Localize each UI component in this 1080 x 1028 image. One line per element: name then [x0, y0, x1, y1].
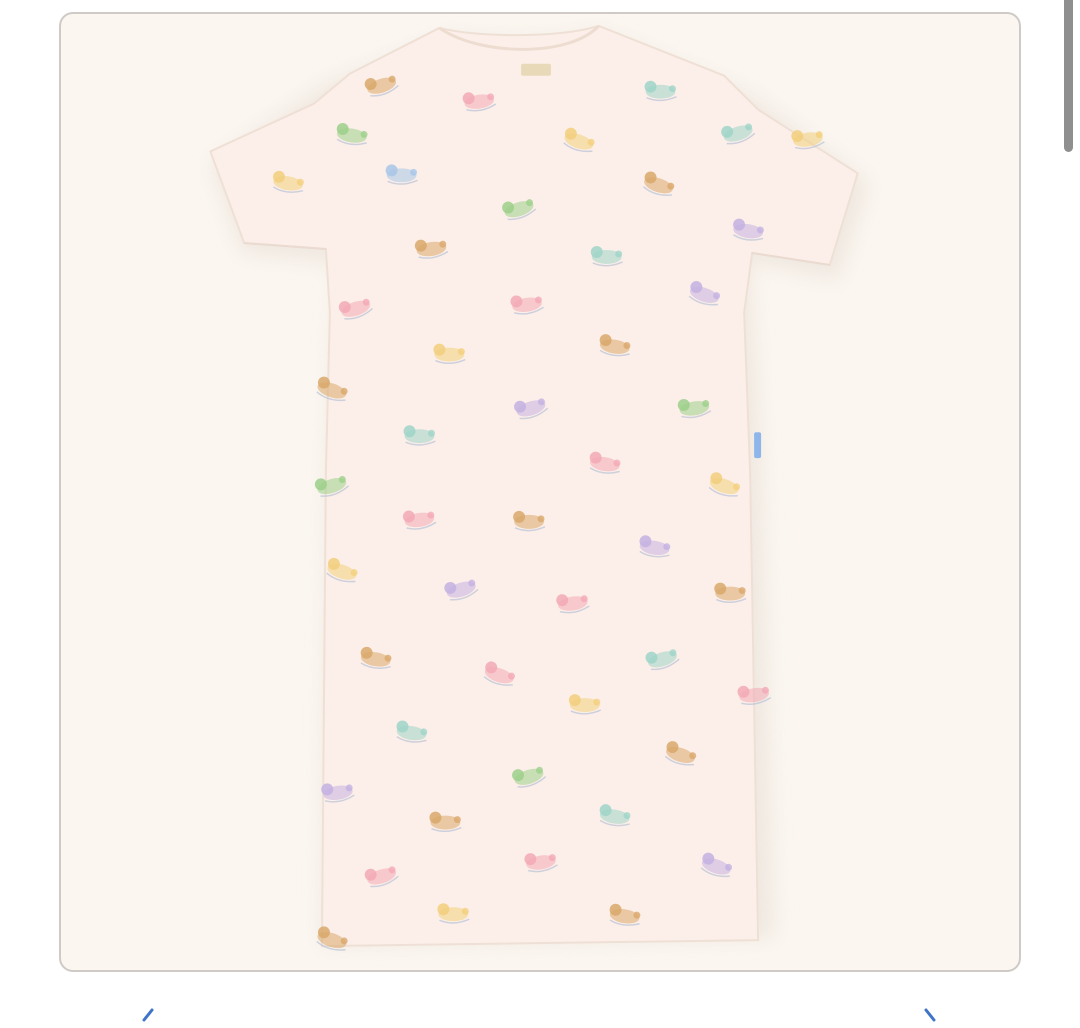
chevron-left-icon — [142, 1008, 154, 1022]
product-image-card[interactable] — [59, 12, 1021, 972]
side-tag — [754, 432, 762, 459]
next-image-button[interactable] — [918, 1008, 942, 1023]
neck-label — [521, 63, 551, 76]
scrollbar-thumb[interactable] — [1064, 0, 1073, 152]
chevron-right-icon — [924, 1008, 936, 1022]
dress-image — [209, 24, 870, 951]
previous-image-button[interactable] — [136, 1008, 160, 1023]
